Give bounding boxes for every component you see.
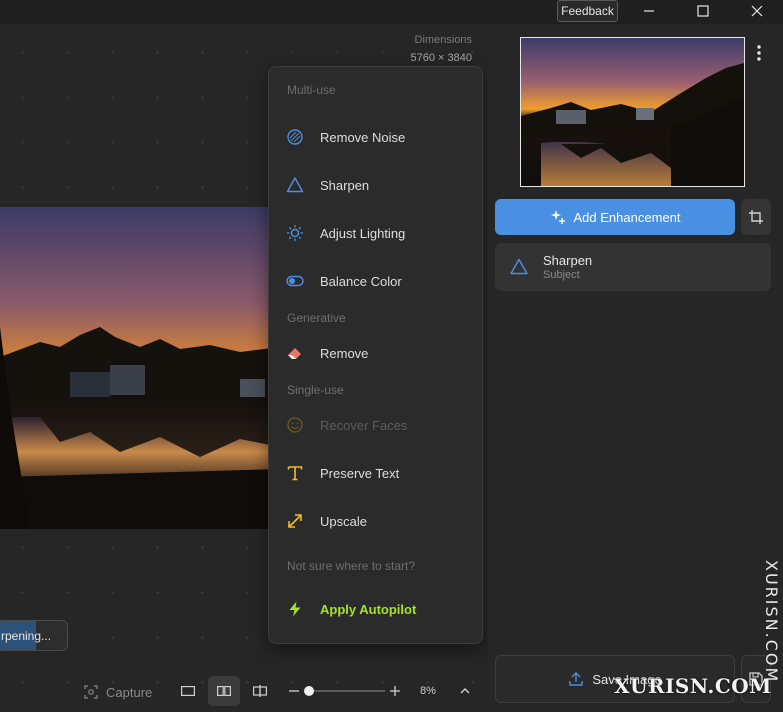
zoom-slider-handle[interactable] <box>304 686 314 696</box>
menu-item-label: Remove <box>320 345 369 361</box>
lightning-icon <box>286 600 304 618</box>
thumbnail-image <box>521 38 744 186</box>
menu-item-apply-autopilot[interactable]: Apply Autopilot <box>269 591 482 627</box>
split-view-button[interactable] <box>244 676 276 706</box>
enhancement-menu: Multi-use Remove Noise Sharpen Adjust Li… <box>268 66 483 644</box>
maximize-icon <box>697 5 709 17</box>
menu-item-adjust-lighting[interactable]: Adjust Lighting <box>269 215 482 251</box>
feedback-button[interactable]: Feedback <box>557 0 618 22</box>
menu-item-remove[interactable]: Remove <box>269 335 482 371</box>
noise-icon <box>286 128 304 146</box>
menu-item-label: Recover Faces <box>320 417 408 433</box>
enhancement-card-sharpen[interactable]: Sharpen Subject <box>495 243 771 291</box>
crop-icon <box>749 210 763 224</box>
maximize-button[interactable] <box>680 0 726 22</box>
menu-item-remove-noise[interactable]: Remove Noise <box>269 119 482 155</box>
menu-item-balance-color[interactable]: Balance Color <box>269 263 482 299</box>
menu-item-label: Preserve Text <box>320 465 400 481</box>
menu-item-label: Remove Noise <box>320 129 406 145</box>
expand-toolbar-button[interactable] <box>458 684 472 698</box>
menu-section-start: Not sure where to start? <box>287 559 416 573</box>
side-by-side-icon <box>217 686 231 696</box>
sun-icon <box>286 224 304 242</box>
zoom-in-button[interactable] <box>388 684 402 698</box>
title-bar: Feedback <box>0 0 783 24</box>
capture-button[interactable]: Capture <box>78 678 164 706</box>
menu-item-sharpen[interactable]: Sharpen <box>269 167 482 203</box>
kebab-menu-icon <box>757 45 761 61</box>
toggle-icon <box>286 272 304 290</box>
menu-section-single-use: Single-use <box>287 383 344 397</box>
watermark-horizontal: XURISN.COM <box>614 674 772 698</box>
text-icon <box>286 464 304 482</box>
minimize-icon <box>644 10 654 12</box>
split-view-icon <box>253 685 267 697</box>
menu-item-upscale[interactable]: Upscale <box>269 503 482 539</box>
single-view-button[interactable] <box>172 676 204 706</box>
menu-item-label: Balance Color <box>320 273 402 289</box>
upload-icon <box>569 672 584 686</box>
sparkle-plus-icon <box>550 210 565 224</box>
menu-item-label: Upscale <box>320 513 367 529</box>
enhancement-title: Sharpen <box>543 253 593 268</box>
add-enhancement-button[interactable]: Add Enhancement <box>495 199 735 235</box>
sunset-photo-image <box>0 207 280 529</box>
progress-text: rpening... <box>1 628 52 643</box>
minimize-button[interactable] <box>626 0 672 22</box>
face-icon <box>286 416 304 434</box>
more-options-button[interactable] <box>752 42 766 64</box>
plus-icon <box>390 686 400 696</box>
capture-icon <box>84 685 98 699</box>
close-button[interactable] <box>734 0 780 22</box>
side-by-side-view-button[interactable] <box>208 676 240 706</box>
eraser-icon <box>286 344 304 362</box>
menu-section-multi-use: Multi-use <box>287 83 336 97</box>
chevron-up-icon <box>460 688 470 694</box>
right-panel: Add Enhancement Sharpen Subject Save Ima… <box>488 24 783 712</box>
capture-label: Capture <box>106 684 153 700</box>
menu-item-preserve-text[interactable]: Preserve Text <box>269 455 482 491</box>
single-view-icon <box>181 686 195 696</box>
zoom-slider-track[interactable] <box>305 690 385 692</box>
dimensions-label: Dimensions <box>414 34 472 46</box>
enhancement-subtitle: Subject <box>543 269 580 281</box>
menu-item-label: Apply Autopilot <box>320 601 417 617</box>
dimensions-value: 5760 × 3840 <box>410 52 472 64</box>
minus-icon <box>289 690 299 692</box>
menu-item-label: Adjust Lighting <box>320 225 406 241</box>
menu-section-generative: Generative <box>287 311 346 325</box>
zoom-out-button[interactable] <box>287 684 301 698</box>
expand-arrow-icon <box>286 512 304 530</box>
triangle-icon <box>286 176 304 194</box>
thumbnail-preview[interactable] <box>520 37 745 187</box>
menu-item-label: Sharpen <box>320 177 370 193</box>
close-icon <box>751 5 763 17</box>
watermark-vertical: XURISN.COM <box>762 560 781 684</box>
add-enhancement-label: Add Enhancement <box>573 209 681 225</box>
sharpening-progress: rpening... <box>0 620 68 651</box>
crop-button[interactable] <box>741 199 771 235</box>
menu-item-recover-faces[interactable]: Recover Faces <box>269 407 482 443</box>
main-photo[interactable] <box>0 207 280 529</box>
zoom-percentage[interactable]: 8% <box>420 685 436 697</box>
triangle-icon <box>510 258 528 275</box>
